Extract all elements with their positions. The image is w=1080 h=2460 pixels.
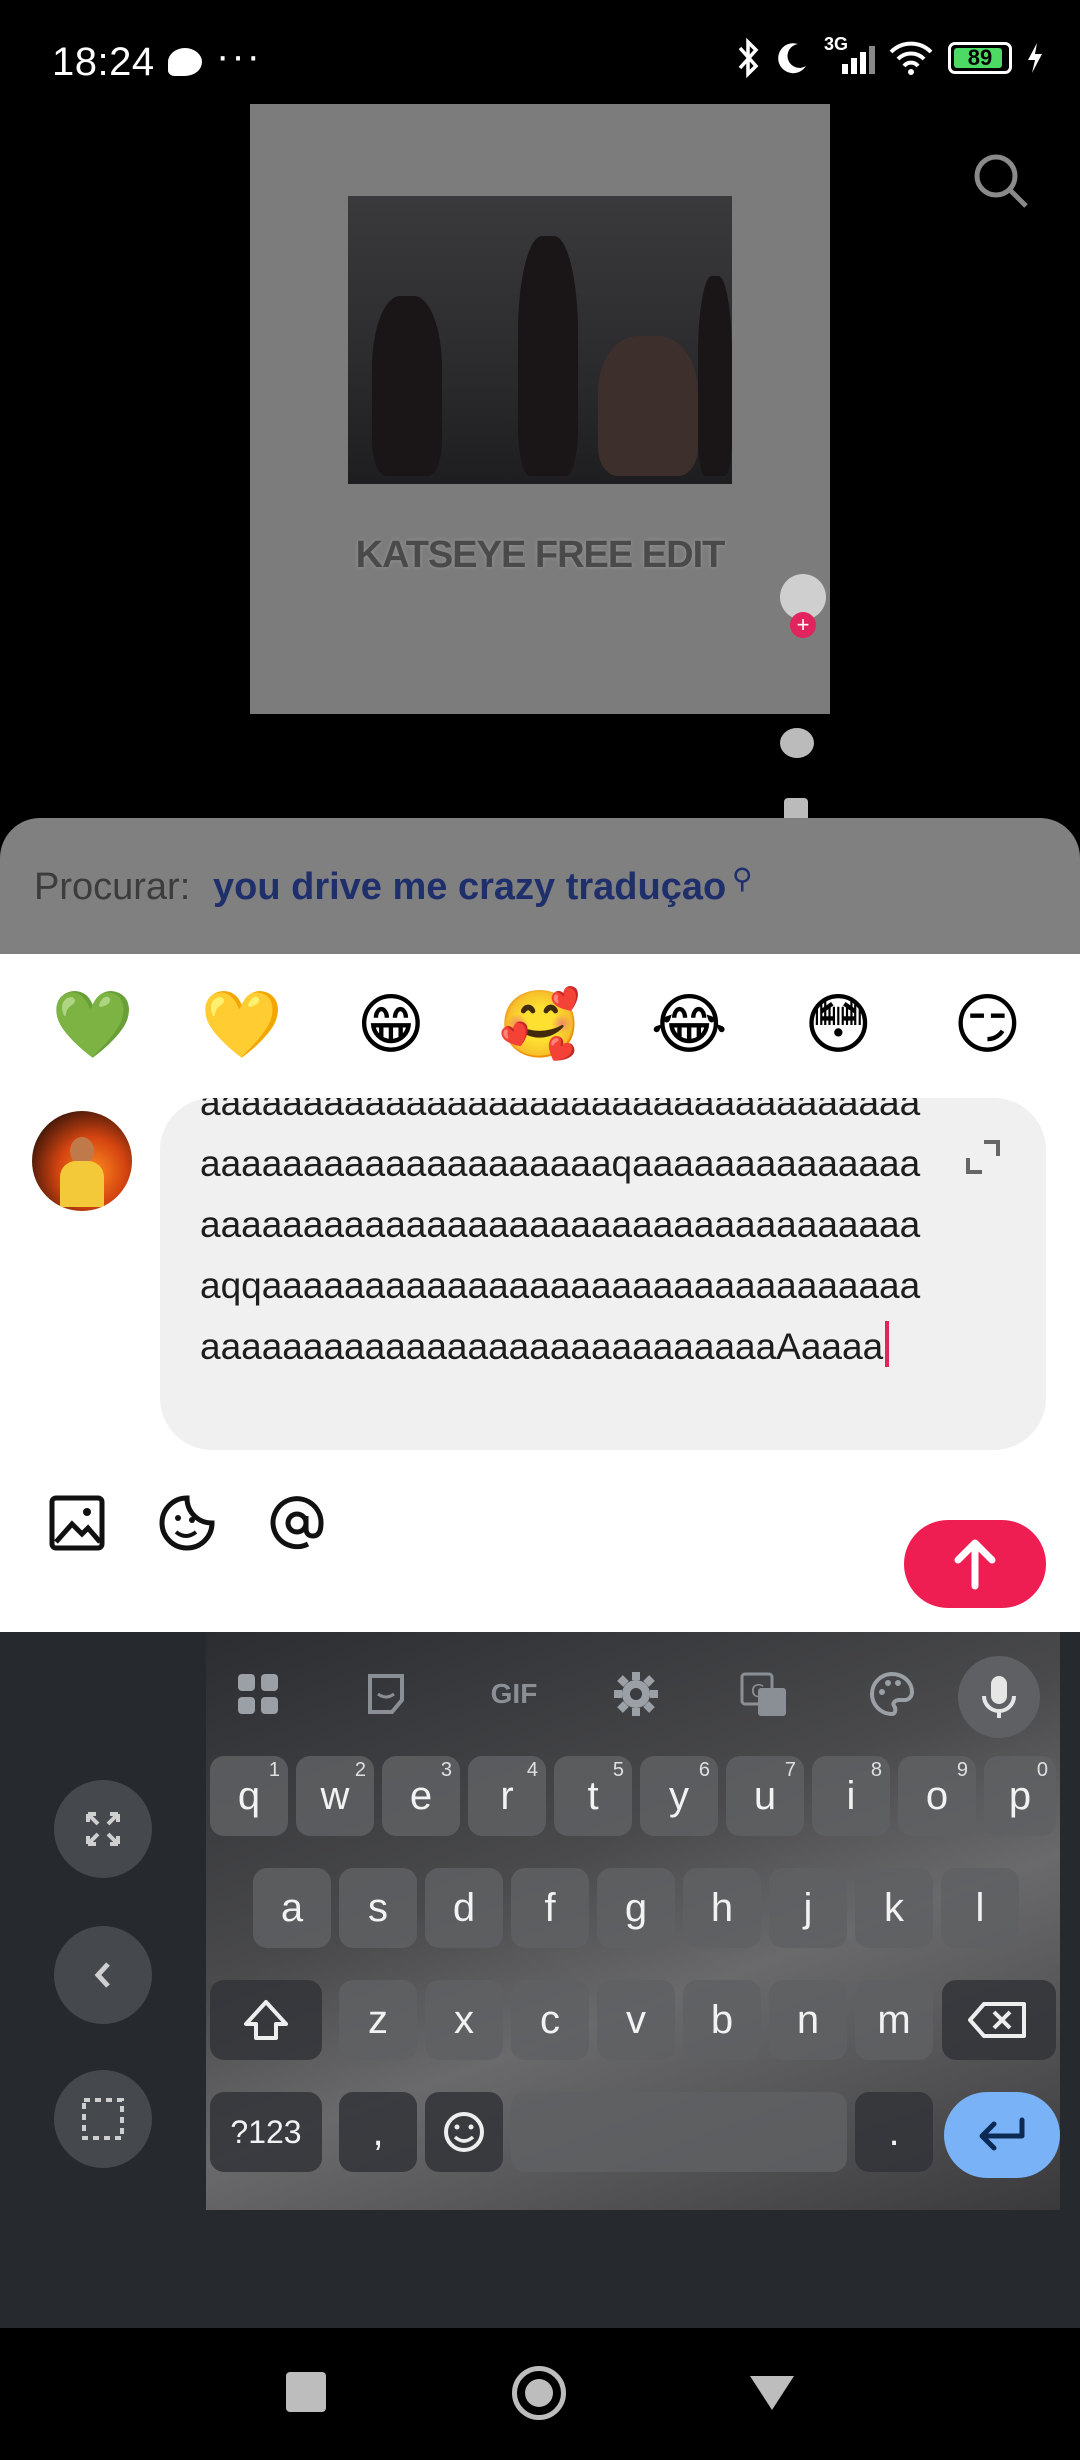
follow-plus-icon[interactable]: +: [790, 612, 816, 638]
key-h[interactable]: h: [683, 1868, 761, 1948]
key-k[interactable]: k: [855, 1868, 933, 1948]
backspace-icon: [968, 2002, 1026, 2038]
charging-icon: [1028, 43, 1042, 73]
video-caption: KATSEYE FREE EDIT: [355, 534, 726, 576]
image-icon[interactable]: [46, 1492, 108, 1554]
smiley-icon: [444, 2112, 484, 2152]
emoji-grin[interactable]: 😁: [341, 986, 441, 1064]
comment-icon[interactable]: [780, 728, 814, 758]
key-t[interactable]: t5: [554, 1756, 632, 1836]
period-key[interactable]: .: [855, 2092, 933, 2172]
emoji-smirk[interactable]: 😏: [937, 986, 1037, 1064]
key-r[interactable]: r4: [468, 1756, 546, 1836]
search-suggestion-query[interactable]: you drive me crazy traduçao: [213, 866, 726, 909]
key-y[interactable]: y6: [640, 1756, 718, 1836]
backspace-key[interactable]: [942, 1980, 1056, 2060]
search-icon[interactable]: [970, 150, 1032, 212]
key-s[interactable]: s: [339, 1868, 417, 1948]
home-circle-icon[interactable]: [512, 2366, 566, 2420]
key-j[interactable]: j: [769, 1868, 847, 1948]
key-l[interactable]: l: [941, 1868, 1019, 1948]
key-v[interactable]: v: [597, 1980, 675, 2060]
key-u[interactable]: u7: [726, 1756, 804, 1836]
wifi-icon: [889, 41, 933, 75]
navigation-bar: [0, 2328, 1080, 2460]
battery-icon: 89: [948, 42, 1012, 74]
recents-square-icon[interactable]: [286, 2372, 326, 2412]
key-e[interactable]: e3: [382, 1756, 460, 1836]
search-suggestion-bar[interactable]: Procurar: you drive me crazy traduçao ⚲: [0, 818, 1080, 964]
key-b[interactable]: b: [683, 1980, 761, 2060]
key-d[interactable]: d: [425, 1868, 503, 1948]
back-triangle-icon[interactable]: [748, 2372, 796, 2414]
translate-icon[interactable]: G: [732, 1662, 796, 1726]
emoji-flushed[interactable]: 😳: [788, 986, 888, 1064]
text-caret: [885, 1321, 890, 1367]
more-notifications-icon: ···: [216, 34, 262, 78]
arrow-up-icon: [954, 1539, 996, 1590]
space-key[interactable]: [511, 2092, 847, 2172]
key-a[interactable]: a: [253, 1868, 331, 1948]
comma-key[interactable]: ,: [339, 2092, 417, 2172]
fullscreen-keyboard-button[interactable]: [54, 1780, 152, 1878]
dashed-square-icon: [82, 2098, 124, 2140]
video-frame: [348, 196, 732, 484]
key-g[interactable]: g: [597, 1868, 675, 1948]
search-small-icon: ⚲: [732, 863, 753, 894]
search-suggestion-label: Procurar:: [34, 866, 191, 908]
keyboard: GIF G q1 w2 e3 r4 t5 y6 u7 i8 o9 p0 a s …: [206, 1632, 1060, 2210]
chevron-left-icon: [94, 1962, 110, 1988]
key-z[interactable]: z: [339, 1980, 417, 2060]
settings-gear-icon[interactable]: [604, 1662, 668, 1726]
symbols-key[interactable]: ?123: [210, 2092, 322, 2172]
shift-key[interactable]: [210, 1980, 322, 2060]
key-w[interactable]: w2: [296, 1756, 374, 1836]
emoji-hearts-face[interactable]: 🥰: [490, 986, 590, 1064]
gif-button[interactable]: GIF: [476, 1662, 552, 1726]
enter-key[interactable]: [944, 2092, 1060, 2178]
microphone-icon[interactable]: [958, 1656, 1040, 1738]
comment-input[interactable]: aaaaaaaaaaaaaaaaaaaaaaaaaaaaaaaaaaaaaaaa…: [160, 1098, 1046, 1450]
select-region-button[interactable]: [54, 2070, 152, 2168]
video-thumbnail[interactable]: KATSEYE FREE EDIT +: [250, 104, 830, 714]
theme-palette-icon[interactable]: [860, 1662, 924, 1726]
sticker-icon[interactable]: [156, 1492, 218, 1554]
emoji-joy[interactable]: 😂: [639, 986, 739, 1064]
key-c[interactable]: c: [511, 1980, 589, 2060]
enter-arrow-icon: [979, 2117, 1025, 2151]
key-f[interactable]: f: [511, 1868, 589, 1948]
apps-grid-icon[interactable]: [226, 1662, 290, 1726]
svg-text:G: G: [751, 1681, 765, 1702]
key-o[interactable]: o9: [898, 1756, 976, 1836]
emoji-yellow-heart[interactable]: 💛: [192, 986, 292, 1064]
signal-icon: 3G: [824, 34, 875, 78]
expand-arrows-icon: [86, 1812, 120, 1846]
bluetooth-icon: [738, 38, 759, 78]
key-q[interactable]: q1: [210, 1756, 288, 1836]
shift-icon: [244, 2000, 288, 2040]
mention-icon[interactable]: [266, 1492, 328, 1554]
key-x[interactable]: x: [425, 1980, 503, 2060]
key-p[interactable]: p0: [984, 1756, 1056, 1836]
back-arrow-button[interactable]: [54, 1926, 152, 2024]
send-button[interactable]: [904, 1520, 1046, 1608]
keyboard-area: GIF G q1 w2 e3 r4 t5 y6 u7 i8 o9 p0 a s …: [0, 1632, 1080, 2328]
key-i[interactable]: i8: [812, 1756, 890, 1836]
sticker-kbd-icon[interactable]: [354, 1662, 418, 1726]
key-n[interactable]: n: [769, 1980, 847, 2060]
expand-icon[interactable]: [960, 1134, 1006, 1180]
key-m[interactable]: m: [855, 1980, 933, 2060]
status-icons: 3G 89: [736, 34, 1044, 78]
emoji-quick-bar: 💚 💛 😁 🥰 😂 😳 😏: [0, 986, 1080, 1064]
user-avatar: [32, 1111, 132, 1211]
moon-icon: [778, 43, 806, 74]
chat-notification-icon: [168, 48, 202, 76]
status-time: 18:24: [52, 40, 155, 84]
emoji-green-heart[interactable]: 💚: [43, 986, 143, 1064]
emoji-key[interactable]: [425, 2092, 503, 2172]
comment-panel: 💚 💛 😁 🥰 😂 😳 😏 aaaaaaaaaaaaaaaaaaaaaaaaaa…: [0, 954, 1080, 1632]
comment-text: aaaaaaaaaaaaaaaaaaaaaaaaaaaaaaaaaaaaaaaa…: [200, 1098, 921, 1367]
